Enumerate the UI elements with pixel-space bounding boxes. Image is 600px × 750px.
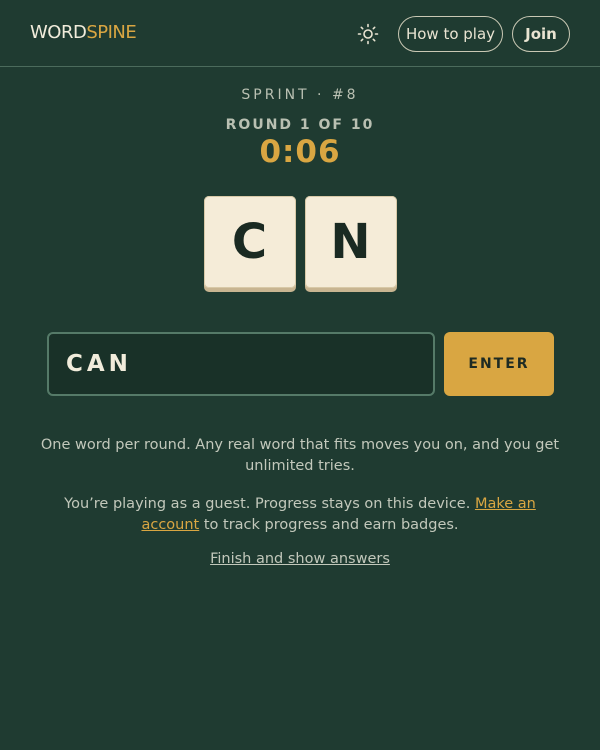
how-to-play-button[interactable]: How to play bbox=[398, 16, 503, 52]
word-input[interactable] bbox=[47, 332, 435, 396]
timer: 0:06 bbox=[259, 134, 341, 170]
enter-button[interactable]: ENTER bbox=[444, 332, 554, 396]
guest-notice: You’re playing as a guest. Progress stay… bbox=[40, 494, 560, 536]
logo[interactable]: WORDSPINE bbox=[30, 22, 137, 44]
round-label: ROUND 1 OF 10 bbox=[225, 117, 375, 133]
logo-spine: SPINE bbox=[86, 22, 137, 43]
letter-tile: N bbox=[304, 196, 397, 288]
sun-icon[interactable] bbox=[356, 22, 380, 46]
letter-tiles: C N bbox=[0, 196, 600, 288]
site-header: WORDSPINE How to play Join bbox=[0, 0, 600, 67]
finish-row: Finish and show answers bbox=[0, 549, 600, 570]
sprint-label: SPRINT · #8 bbox=[241, 87, 359, 103]
guest-text-end: to track progress and earn badges. bbox=[199, 517, 459, 533]
rules-text: One word per round. Any real word that f… bbox=[40, 437, 560, 474]
finish-and-show-answers-link[interactable]: Finish and show answers bbox=[210, 551, 390, 567]
logo-word: WORD bbox=[30, 22, 87, 43]
guest-text: You’re playing as a guest. Progress stay… bbox=[64, 496, 475, 512]
join-button[interactable]: Join bbox=[512, 16, 570, 52]
letter-tile: C bbox=[203, 196, 296, 288]
